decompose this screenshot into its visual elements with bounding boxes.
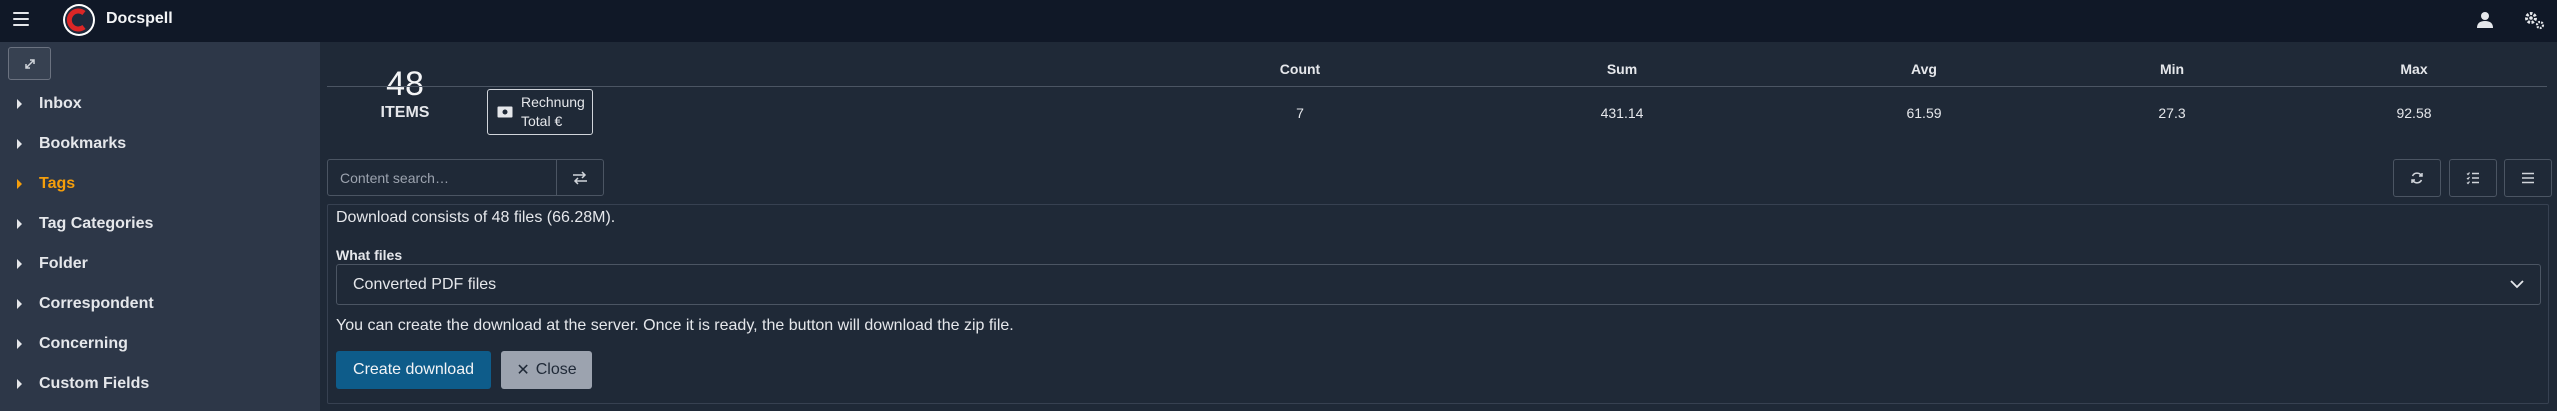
item-count-summary: 48 ITEMS [380, 66, 430, 122]
bars-icon [2522, 172, 2534, 184]
docspell-logo[interactable] [63, 4, 95, 36]
custom-field-tag: Rechnung Total € [487, 89, 593, 135]
content-search [327, 159, 604, 196]
custom-field-name: Rechnung [521, 94, 585, 110]
menu-icon[interactable] [13, 12, 29, 26]
stat-header-avg: Avg [1911, 61, 1937, 77]
custom-field-subtitle: Total € [521, 113, 563, 129]
stat-header-max: Max [2400, 61, 2428, 77]
create-download-button[interactable]: Create download [336, 351, 491, 389]
caret-right-icon [17, 299, 22, 309]
stat-value-max: 92.58 [2396, 105, 2432, 121]
sidebar-item-label: Tags [39, 175, 76, 192]
top-bar: Docspell [0, 0, 2557, 42]
user-icon[interactable] [2475, 10, 2495, 35]
stat-header-sum: Sum [1606, 61, 1638, 77]
refresh-button[interactable] [2393, 159, 2441, 197]
stat-value-avg: 61.59 [1906, 105, 1942, 121]
chevron-down-icon [2510, 280, 2524, 289]
content-search-input[interactable] [328, 160, 556, 195]
caret-right-icon [17, 339, 22, 349]
sidebar-item-label: Tag Categories [39, 215, 154, 232]
stat-divider [327, 86, 2547, 87]
close-button-label: Close [535, 361, 577, 378]
exchange-icon [573, 170, 587, 185]
sidebar-item-label: Folder [39, 255, 88, 272]
stat-value-sum: 431.14 [1600, 105, 1644, 121]
refresh-icon [2411, 172, 2423, 184]
caret-right-icon [17, 99, 22, 109]
sidebar-item-label: Inbox [39, 95, 82, 112]
caret-right-icon [17, 259, 22, 269]
sidebar-item-tags[interactable]: Tags [0, 169, 320, 199]
app-title[interactable]: Docspell [106, 10, 173, 28]
tasks-list-icon [2466, 172, 2479, 185]
stat-header-min: Min [2159, 61, 2185, 77]
sidebar-item-label: Correspondent [39, 295, 154, 312]
expand-toggle-button[interactable] [8, 47, 51, 80]
download-panel: Download consists of 48 files (66.28M). … [327, 204, 2549, 404]
close-button[interactable]: ✕ Close [501, 351, 592, 389]
expand-icon [24, 58, 35, 69]
sidebar: Inbox Bookmarks Tags Tag Categories Fold… [0, 42, 320, 411]
sidebar-item-label: Custom Fields [39, 375, 150, 392]
search-mode-toggle-button[interactable] [556, 160, 603, 195]
stat-value-min: 27.3 [2158, 105, 2186, 121]
download-help-text: You can create the download at the serve… [336, 317, 1014, 334]
stat-header-count: Count [1279, 61, 1321, 77]
sidebar-item-folder[interactable]: Folder [0, 249, 320, 279]
sidebar-item-correspondent[interactable]: Correspondent [0, 289, 320, 319]
money-bill-icon [497, 106, 513, 118]
sidebar-item-tag-categories[interactable]: Tag Categories [0, 209, 320, 239]
sidebar-item-label: Concerning [39, 335, 128, 352]
sidebar-item-custom-fields[interactable]: Custom Fields [0, 369, 320, 399]
caret-right-icon [17, 179, 22, 189]
item-count: 48 [386, 65, 424, 103]
stat-value-count: 7 [1296, 105, 1304, 121]
item-count-label: ITEMS [380, 104, 430, 121]
what-files-label: What files [336, 247, 403, 263]
sidebar-item-concerning[interactable]: Concerning [0, 329, 320, 359]
download-info: Download consists of 48 files (66.28M). [336, 209, 616, 226]
caret-right-icon [17, 139, 22, 149]
caret-right-icon [17, 219, 22, 229]
sidebar-item-label: Bookmarks [39, 135, 127, 152]
select-mode-button[interactable] [2449, 159, 2497, 197]
sidebar-item-bookmarks[interactable]: Bookmarks [0, 129, 320, 159]
what-files-selected: Converted PDF files [353, 275, 497, 293]
settings-icon[interactable] [2524, 10, 2546, 35]
view-menu-button[interactable] [2504, 159, 2552, 197]
what-files-select[interactable]: Converted PDF files [336, 264, 2541, 305]
close-icon: ✕ [516, 362, 530, 379]
caret-right-icon [17, 379, 22, 389]
sidebar-item-inbox[interactable]: Inbox [0, 89, 320, 119]
